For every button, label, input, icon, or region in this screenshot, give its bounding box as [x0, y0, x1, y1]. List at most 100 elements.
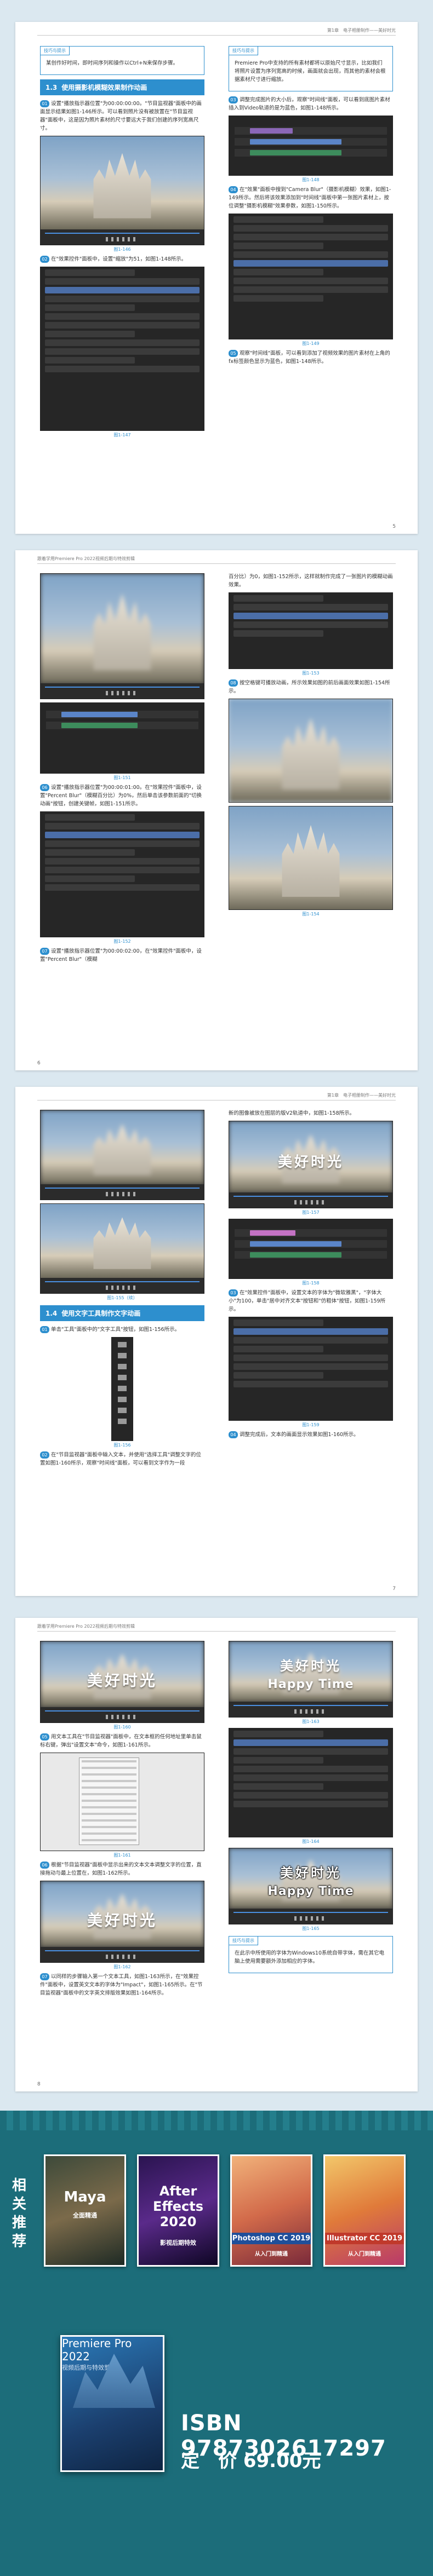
figure-caption: 图1-159 — [302, 1422, 320, 1427]
subtitle-overlay-text: Happy Time — [267, 1678, 354, 1692]
running-header: 跟着学用Premiere Pro 2022视频后期与特效剪辑 — [37, 1623, 396, 1632]
step-text: 根据"节目监视器"面板中显示出来的文本文本调整文字的位置，直接拖动与最上位置在，… — [40, 1862, 202, 1876]
effect-controls-screenshot — [229, 1728, 393, 1837]
timeline-panel — [229, 1219, 392, 1278]
running-header: 第1章 电子相册制作——美好时光 — [37, 1092, 396, 1100]
step-paragraph: 06 根据"节目监视器"面板中显示出来的文本文本调整文字的位置，直接拖动与最上位置… — [40, 1861, 204, 1877]
left-column: 美好时光 图1-160 05 用文本工具在"节目监视器"面板中，在文本框的任何地址… — [40, 1638, 204, 2000]
step-text: 单击"工具"面板中的"文字工具"按钮，如图1-156所示。 — [51, 1327, 180, 1333]
book-page-3: 第1章 电子相册制作——美好时光 图1-155（续） 1.4 使用文字工具制作文字… — [15, 1087, 418, 1596]
price-text: 定 价 69.00元 — [181, 2450, 321, 2472]
program-monitor-screenshot: 美好时光 — [229, 1121, 393, 1208]
running-header: 第1章 电子相册制作——美好时光 — [37, 27, 396, 36]
running-header: 跟着学用Premiere Pro 2022视频后期与特效剪辑 — [37, 556, 396, 564]
figure-caption: 图1-163 — [302, 1719, 320, 1724]
book-title: Photoshop CC 2019 — [232, 2233, 311, 2244]
step-text: 在"效果控件"面板中，设置文本的字体为"微软雅黑"，"字体大小"为100，单击"… — [229, 1290, 386, 1312]
tip-box: 技巧与提示 在此示中所使用的字体为Windows10系统自带字体，需在其它电脑上… — [229, 1936, 393, 1973]
figure-caption: 图1-146 — [113, 247, 131, 252]
figure-caption: 图1-158 — [302, 1281, 320, 1286]
step-paragraph: 07 设置"播放指示器位置"为00:00:02:00，在"效果控件"面板中，设置"… — [40, 947, 204, 964]
figure-caption: 图1-149 — [302, 341, 320, 346]
right-column: 新的图像被放在图层的版V2轨道中，如图1-158所示。 美好时光 图1-157 … — [229, 1107, 393, 1442]
effect-controls-screenshot — [40, 267, 204, 431]
program-monitor-screenshot — [40, 136, 204, 245]
figure-caption: 图1-152 — [113, 939, 131, 944]
step-text: 设置"播放指示器位置"为00:00:01:00。在"效果控件"面板中，设置"Pe… — [40, 785, 202, 807]
program-monitor-screenshot: 美好时光 Happy Time — [229, 1848, 393, 1924]
related-book-photoshop[interactable]: Photoshop CC 2019 从入门到精通 — [230, 2154, 312, 2267]
related-book-illustrator[interactable]: Illustrator CC 2019 从入门到精通 — [323, 2154, 406, 2267]
playback-controls — [229, 1909, 392, 1924]
playback-controls — [41, 229, 204, 245]
figure-caption: 图1-165 — [302, 1926, 320, 1931]
tip-text: Premiere Pro中支持的所有素材都将以原始尺寸显示，比如我们将照片设置为… — [235, 60, 386, 83]
step-badge: 08 — [229, 679, 238, 687]
featured-book-cover[interactable]: Premiere Pro 2022 视频后期与特效剪辑 — [60, 2335, 164, 2472]
book-title: Maya — [64, 2189, 106, 2205]
step-text: 以同样的步骤输入第一个文本工具，如图1-163所示，在"效果控件"面板中，设置英… — [40, 1974, 203, 1996]
step-paragraph: 03 在"效果控件"面板中，设置文本的字体为"微软雅黑"，"字体大小"为100，单… — [229, 1289, 393, 1313]
step-badge: 04 — [229, 186, 238, 193]
timeline-screenshot — [229, 1219, 393, 1279]
tip-box: 技巧与提示 某创作好时间，即时间序列和操作以Ctrl+N来保存步骤。 — [40, 46, 204, 75]
page-number: 5 — [392, 524, 396, 529]
step-paragraph: 03 调整完成图片的大小后，观察"时间线"面板，可以看到底图片素材插入到Video… — [229, 96, 393, 112]
left-column: 图1-155（续） 1.4 使用文字工具制作文字动画 01 单击"工具"面板中的"文… — [40, 1107, 204, 1470]
context-menu — [79, 1757, 139, 1845]
figure-caption: 图1-147 — [113, 433, 131, 437]
castle-photo — [41, 136, 204, 229]
figure-caption: 图1-154 — [302, 912, 320, 917]
timeline-panel — [41, 703, 204, 773]
step-badge: 06 — [40, 1862, 49, 1869]
book-subtitle: 全面精通 — [73, 2212, 97, 2219]
preview-frame — [229, 806, 393, 910]
preview-frame — [40, 1110, 204, 1200]
step-text: 设置"播放指示器位置"为00:00:00:00。"节目监视器"面板中的画面显示结… — [40, 101, 202, 131]
effect-controls-screenshot — [229, 592, 393, 669]
step-badge: 05 — [40, 1733, 49, 1741]
playback-controls — [229, 1702, 392, 1717]
effect-controls-panel — [229, 1317, 392, 1420]
step-badge: 01 — [40, 100, 49, 107]
effect-controls-panel — [229, 1728, 392, 1837]
step-paragraph: 08 按空格键可播放动画，所示效果如图的前后画面效果如图1-154所示。 — [229, 679, 393, 695]
related-book-after-effects[interactable]: After Effects 2020 影视后期特效 — [137, 2154, 219, 2267]
promo-section: 相关推荐 Maya 全面精通 After Effects 2020 影视后期特效… — [0, 2111, 433, 2576]
preview-frame — [40, 1203, 204, 1294]
playback-controls — [41, 1707, 204, 1722]
right-column: 美好时光 Happy Time 图1-163 图1-164 美好时光 Happy T… — [229, 1638, 393, 1978]
section-heading: 1.4 使用文字工具制作文字动画 — [40, 1305, 204, 1321]
timeline-screenshot — [229, 116, 393, 176]
step-paragraph: 01 设置"播放指示器位置"为00:00:00:00。"节目监视器"面板中的画面显… — [40, 100, 204, 132]
blurred-castle-photo — [41, 1110, 204, 1184]
section-number: 1.3 — [45, 84, 58, 91]
figure-caption: 图1-148 — [302, 177, 320, 182]
right-column: 技巧与提示 Premiere Pro中支持的所有素材都将以原始尺寸显示，比如我们… — [229, 42, 393, 368]
book-subtitle: 影视后期特效 — [160, 2239, 196, 2246]
title-overlay-text: 美好时光 — [280, 1658, 341, 1674]
step-text: 在"效果"面板中搜到"Camera Blur"（摄影机模糊）效果，如图1-149… — [229, 187, 391, 209]
figure-caption: 图1-160 — [113, 1725, 131, 1730]
step-text: 观察"时间线"面板，可以看到添加了视频效果的图片素材在上角的fx标签颜色显示为蓝… — [229, 350, 390, 365]
book-page-2: 跟着学用Premiere Pro 2022视频后期与特效剪辑 图1-151 06… — [15, 550, 418, 1070]
tip-text: 在此示中所使用的字体为Windows10系统自带字体，需在其它电脑上使用需要额外… — [235, 1950, 384, 1964]
effect-controls-screenshot — [229, 1317, 393, 1421]
step-badge: 03 — [229, 96, 238, 103]
step-badge: 07 — [40, 1973, 49, 1980]
figure-caption: 图1-155（续） — [107, 1295, 138, 1300]
playback-controls — [41, 1184, 204, 1200]
playback-controls — [41, 1278, 204, 1293]
book-subtitle: 从入门到精通 — [255, 2251, 288, 2257]
book-page-4: 跟着学用Premiere Pro 2022视频后期与特效剪辑 美好时光 图1-1… — [15, 1618, 418, 2091]
playback-controls — [229, 1192, 392, 1208]
step-paragraph: 07 以同样的步骤输入第一个文本工具，如图1-163所示，在"效果控件"面板中，设… — [40, 1973, 204, 1997]
subtitle-overlay-text: Happy Time — [267, 1885, 354, 1899]
tools-panel-screenshot — [111, 1337, 133, 1441]
tool-icons — [118, 1342, 127, 1424]
step-paragraph: 04 调整完成后，文本的画面显示效果如图1-160所示。 — [229, 1431, 393, 1439]
program-monitor-screenshot: 美好时光 — [40, 1881, 204, 1963]
step-paragraph: 02 在"效果控件"面板中，设置"缩放"为51，如图1-148所示。 — [40, 255, 204, 263]
related-book-maya[interactable]: Maya 全面精通 — [44, 2154, 126, 2267]
tip-header: 技巧与提示 — [229, 1936, 258, 1945]
